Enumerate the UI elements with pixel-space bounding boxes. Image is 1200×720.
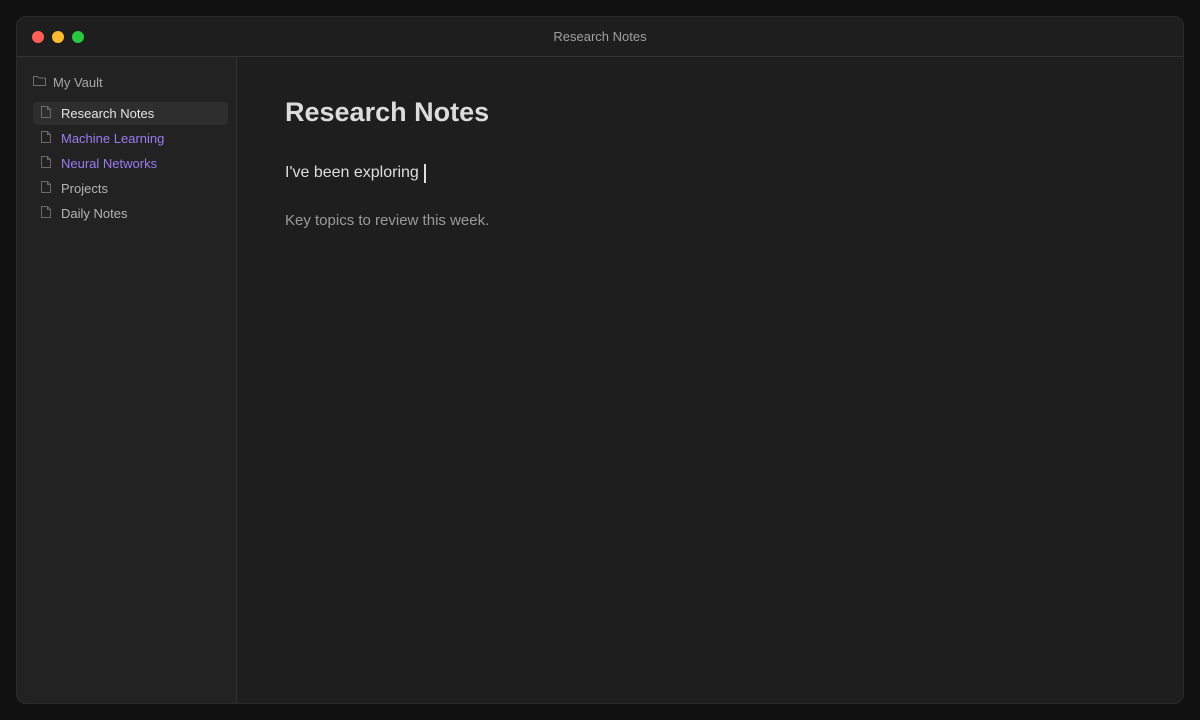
sidebar-item-label: Projects xyxy=(61,181,108,196)
file-icon xyxy=(41,205,61,223)
folder-icon xyxy=(33,73,53,91)
app-window: Research Notes My Vault Research Notes M… xyxy=(16,16,1184,704)
file-explorer-sidebar: My Vault Research Notes Machine Learning… xyxy=(17,57,237,703)
note-body-paragraph[interactable]: Key topics to review this week. xyxy=(285,212,489,229)
sidebar-item-label: Daily Notes xyxy=(61,206,128,221)
sidebar-item-label: Machine Learning xyxy=(61,131,165,146)
text-caret xyxy=(424,163,427,183)
sidebar-item-daily-notes[interactable]: Daily Notes xyxy=(33,202,228,225)
file-list: Research Notes Machine Learning Neural N… xyxy=(33,102,228,227)
vault-header[interactable]: My Vault xyxy=(33,73,103,91)
file-icon xyxy=(41,155,61,173)
sidebar-item-research-notes[interactable]: Research Notes xyxy=(33,102,228,125)
file-icon xyxy=(41,105,61,123)
window-title: Research Notes xyxy=(553,29,647,44)
file-icon xyxy=(41,130,61,148)
sidebar-item-machine-learning[interactable]: Machine Learning xyxy=(33,127,228,150)
vault-name: My Vault xyxy=(53,74,103,90)
note-title[interactable]: Research Notes xyxy=(285,97,489,128)
sidebar-item-neural-networks[interactable]: Neural Networks xyxy=(33,152,228,175)
file-icon xyxy=(41,180,61,198)
title-bar: Research Notes xyxy=(17,17,1183,57)
typed-text: I've been exploring xyxy=(285,164,424,181)
sidebar-item-label: Research Notes xyxy=(61,106,155,121)
note-editor[interactable]: Research Notes I've been exploring Key t… xyxy=(237,57,1183,703)
sidebar-item-label: Neural Networks xyxy=(61,156,158,171)
editor-typing-line[interactable]: I've been exploring xyxy=(285,162,427,184)
sidebar-item-projects[interactable]: Projects xyxy=(33,177,228,200)
